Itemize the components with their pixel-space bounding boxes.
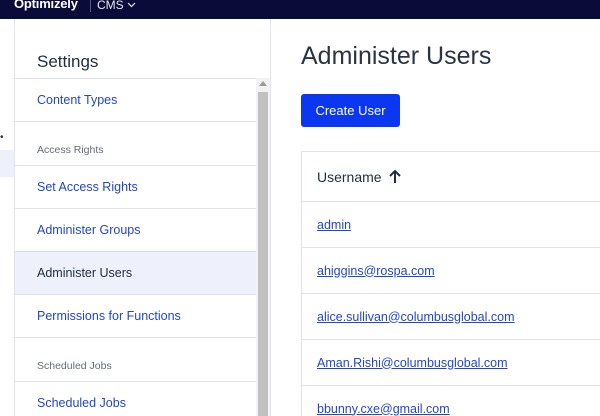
sidebar-scrollbar[interactable] [256,78,270,416]
sidebar-title: Settings [37,52,99,71]
sidebar-item-permissions-for-functions[interactable]: Permissions for Functions [15,294,256,337]
table-row: Aman.Rishi@columbusglobal.com [302,340,600,386]
sidebar-item-content-types[interactable]: Content Types [15,78,256,121]
brand-logo[interactable]: Optimizely [14,0,78,11]
table-row: ahiggins@rospa.com [302,248,600,294]
rail-marker-icon: • [0,132,4,143]
left-navigation-rail: • [0,19,15,416]
chevron-down-icon [127,2,136,8]
column-header-label: Username [317,168,382,185]
sidebar-list: Content Types Access Rights Set Access R… [15,78,256,416]
top-bar-divider [90,0,91,12]
username-link[interactable]: admin [317,218,351,232]
username-link[interactable]: ahiggins@rospa.com [317,264,435,278]
sidebar-item-set-access-rights[interactable]: Set Access Rights [15,165,256,208]
username-link[interactable]: alice.sullivan@columbusglobal.com [317,310,515,324]
username-link[interactable]: Aman.Rishi@columbusglobal.com [317,356,508,370]
create-user-button[interactable]: Create User [301,94,400,127]
scroll-up-arrow-icon[interactable] [259,81,267,86]
top-navigation-bar: Optimizely CMS [0,0,600,19]
rail-active-item[interactable] [0,150,14,177]
username-column-header[interactable]: Username [302,152,600,202]
sidebar-item-administer-groups[interactable]: Administer Groups [15,208,256,251]
sidebar-item-scheduled-jobs[interactable]: Scheduled Jobs [15,381,256,416]
arrow-up-icon [388,169,401,183]
sidebar-heading-access-rights: Access Rights [15,121,256,165]
users-table: Username admin ahiggins@rospa.com alice.… [301,151,600,416]
app-switcher[interactable]: CMS [97,0,136,12]
table-row: alice.sullivan@columbusglobal.com [302,294,600,340]
settings-sidebar: Settings Content Types Access Rights Set… [15,19,271,416]
page-title: Administer Users [301,42,492,70]
table-row: bbunny.cxe@gmail.com [302,386,600,416]
sidebar-item-administer-users[interactable]: Administer Users [15,251,256,294]
table-row: admin [302,202,600,248]
app-switcher-label: CMS [97,0,124,12]
main-content: Administer Users Create User Username ad… [272,19,600,416]
scrollbar-thumb[interactable] [258,92,268,416]
sidebar-heading-scheduled-jobs: Scheduled Jobs [15,337,256,381]
username-link[interactable]: bbunny.cxe@gmail.com [317,402,450,416]
